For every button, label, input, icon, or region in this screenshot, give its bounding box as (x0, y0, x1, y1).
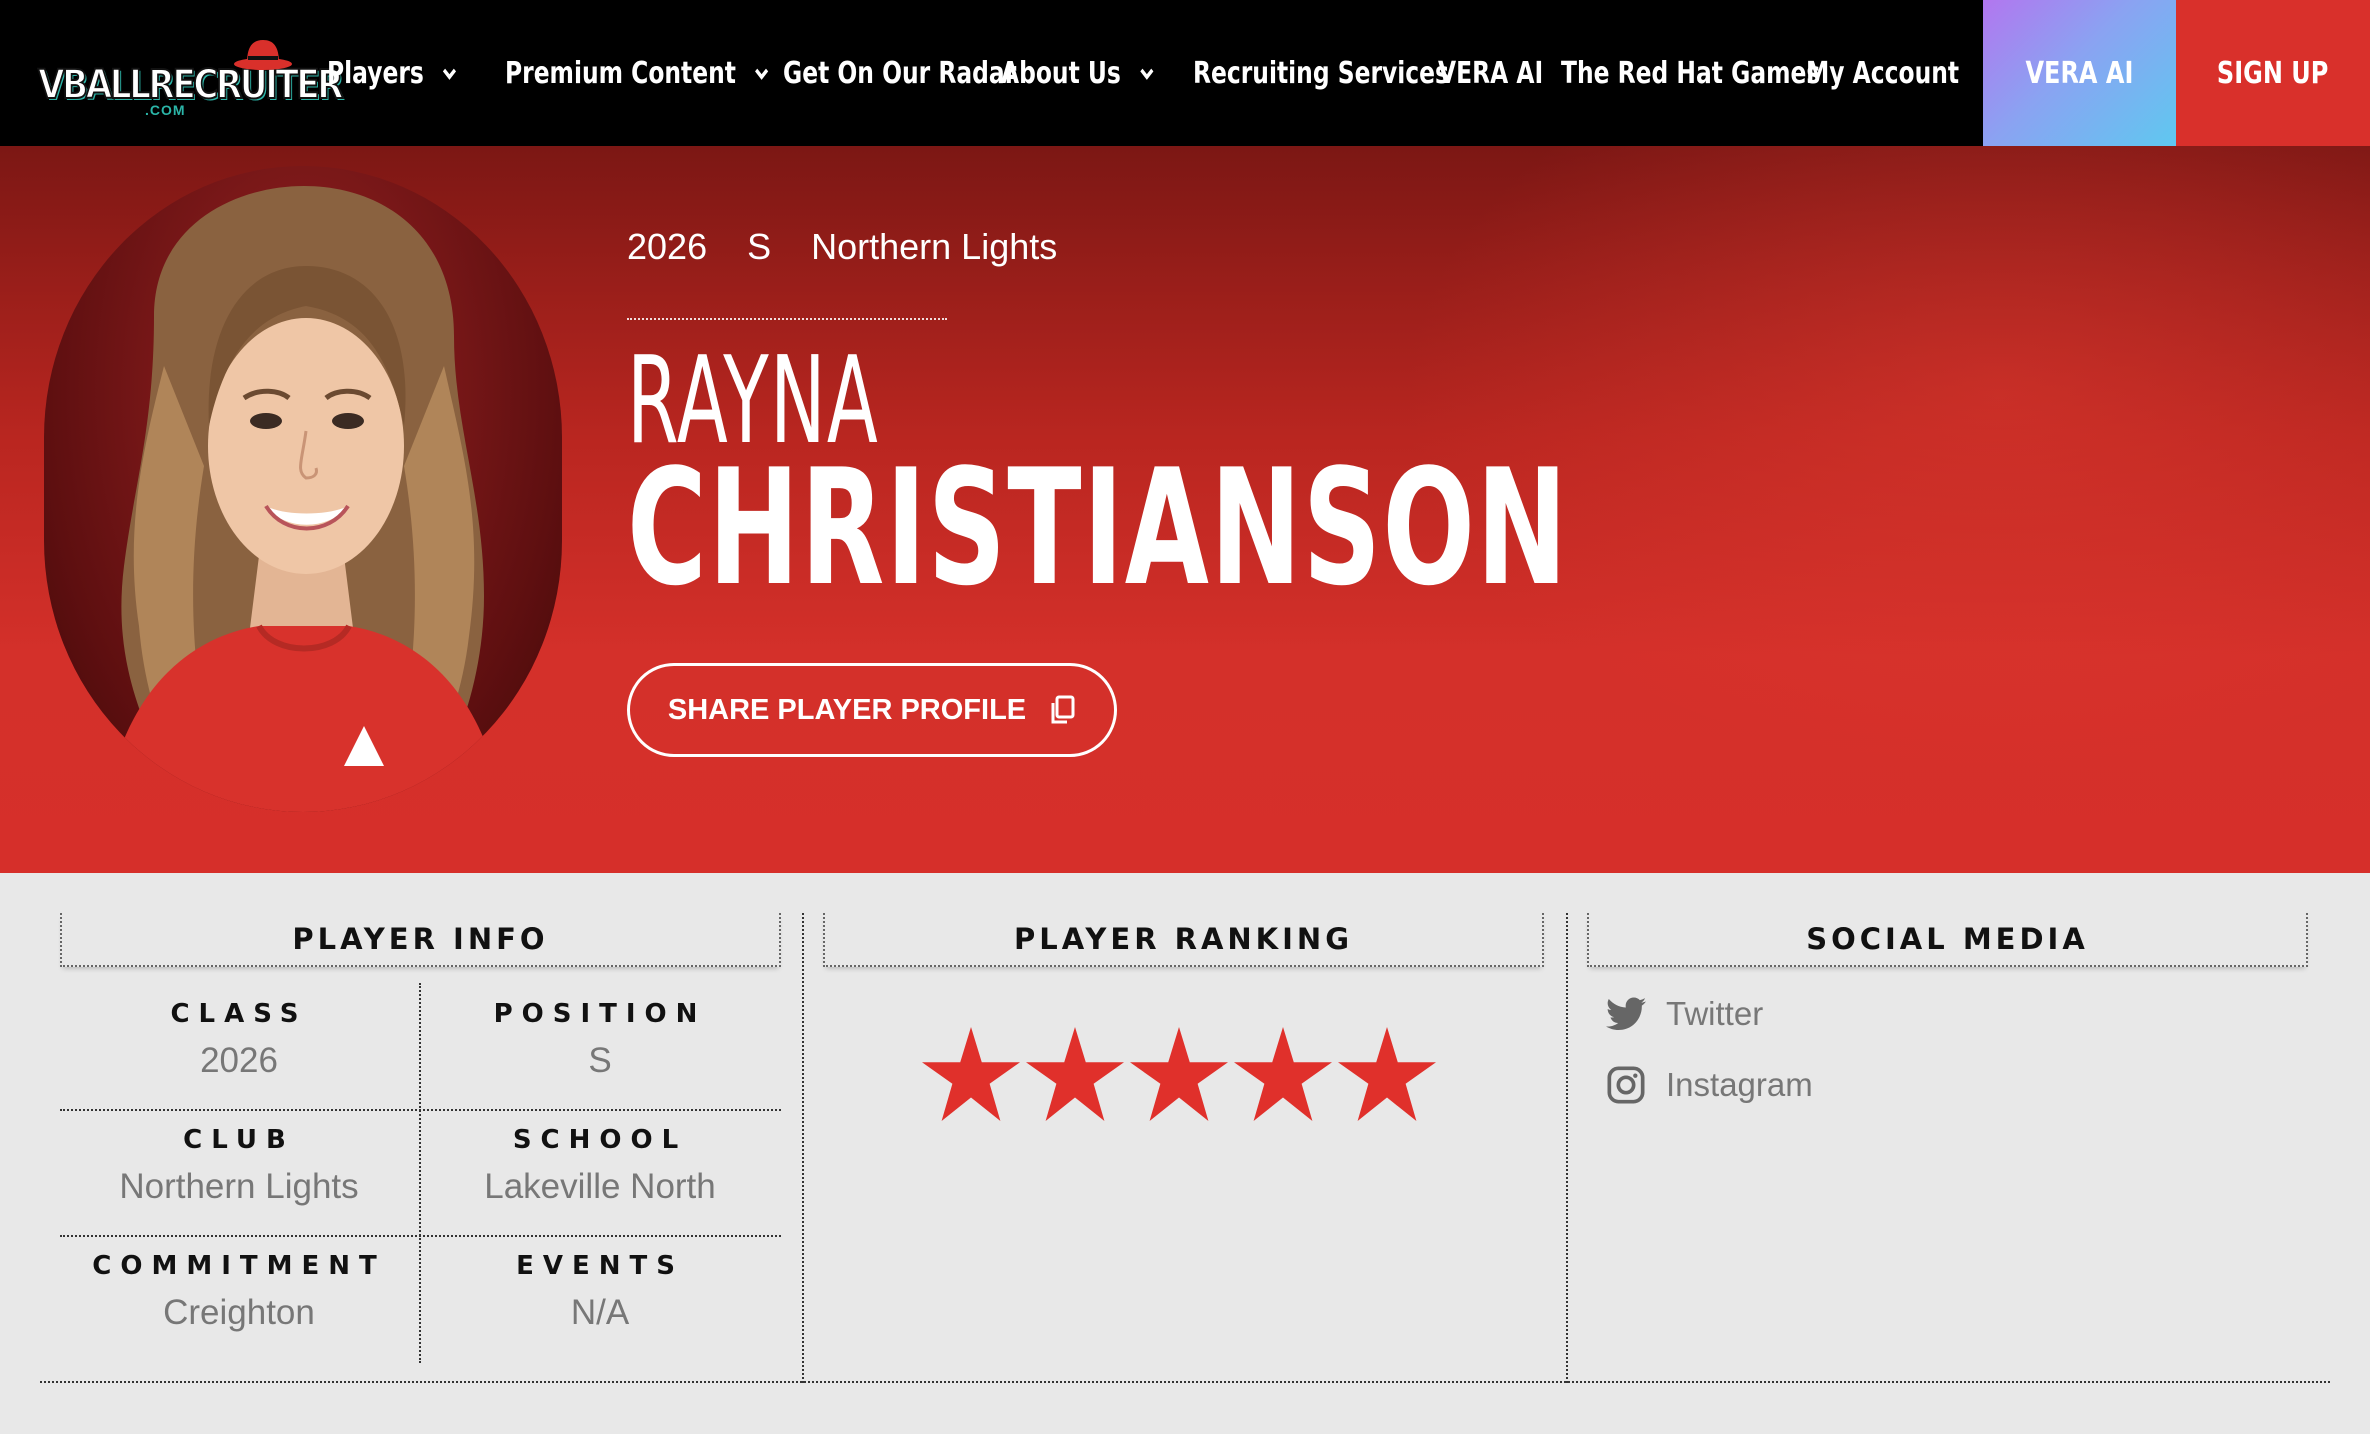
meta-class: 2026 (627, 226, 708, 267)
star-icon (1338, 1026, 1436, 1122)
menu-item-premium-content[interactable]: Premium Content (505, 56, 770, 91)
sign-up-button[interactable]: SIGN UP (2176, 0, 2370, 146)
menu-item-get-on-our-radar[interactable]: Get On Our Radar (783, 56, 1016, 91)
rating-stars (922, 1026, 1436, 1122)
star-icon (1234, 1026, 1332, 1122)
info-events: EVENTS N/A (516, 1251, 684, 1332)
meta-position: S (747, 226, 772, 267)
share-profile-label: SHARE PLAYER PROFILE (667, 693, 1027, 726)
top-nav: VBALLRECRUITER .COM Players Premium Cont… (0, 0, 2370, 146)
chevron-down-icon (755, 68, 769, 80)
share-profile-button[interactable]: SHARE PLAYER PROFILE (627, 663, 1117, 757)
menu-item-red-hat-games[interactable]: The Red Hat Games (1561, 56, 1820, 91)
copy-icon (1051, 695, 1075, 724)
menu-item-players[interactable]: Players (327, 56, 458, 91)
main-menu: Players Premium Content Get On Our Radar… (327, 0, 1966, 146)
info-commitment: COMMITMENT Creighton (92, 1251, 386, 1332)
logo-sub: .COM (145, 102, 186, 118)
player-last-name: CHRISTIANSON (627, 434, 1569, 621)
player-ranking-heading: PLAYER RANKING (823, 913, 1544, 967)
player-details: PLAYER INFO CLASS 2026 POSITION S CLUB N… (0, 873, 2370, 1434)
menu-item-about-us[interactable]: About Us (1001, 56, 1155, 91)
star-icon (922, 1026, 1020, 1122)
player-photo (44, 166, 562, 812)
twitter-icon (1606, 997, 1646, 1030)
info-col-divider (419, 983, 421, 1363)
menu-item-vera-ai[interactable]: VERA AI (1438, 56, 1543, 91)
player-hero: 2026 S Northern Lights RAYNA CHRISTIANSO… (0, 146, 2370, 873)
menu-item-recruiting-services[interactable]: Recruiting Services (1193, 56, 1449, 91)
menu-item-my-account[interactable]: My Account (1806, 56, 1959, 91)
star-icon (1130, 1026, 1228, 1122)
meta-club: Northern Lights (811, 226, 1058, 267)
player-meta: 2026 S Northern Lights (627, 226, 1097, 268)
social-media-heading: SOCIAL MEDIA (1587, 913, 2308, 967)
site-logo[interactable]: VBALLRECRUITER .COM (37, 36, 345, 120)
chevron-down-icon (443, 68, 457, 80)
info-club: CLUB Northern Lights (119, 1125, 359, 1206)
instagram-icon (1607, 1066, 1645, 1104)
meta-divider (627, 318, 947, 320)
instagram-link[interactable]: Instagram (1606, 1065, 1813, 1105)
info-class: CLASS 2026 (170, 999, 308, 1080)
red-hat-icon (234, 40, 292, 70)
chevron-down-icon (1140, 68, 1154, 80)
panel-divider (1566, 913, 1568, 1383)
twitter-link[interactable]: Twitter (1606, 995, 1763, 1033)
star-icon (1026, 1026, 1124, 1122)
player-info-heading: PLAYER INFO (60, 913, 781, 967)
info-school: SCHOOL Lakeville North (484, 1125, 716, 1206)
logo-text: VBALLRECRUITER (37, 61, 344, 109)
info-position: POSITION S (493, 999, 707, 1080)
vera-ai-button[interactable]: VERA AI (1983, 0, 2176, 146)
panel-divider (802, 913, 804, 1383)
